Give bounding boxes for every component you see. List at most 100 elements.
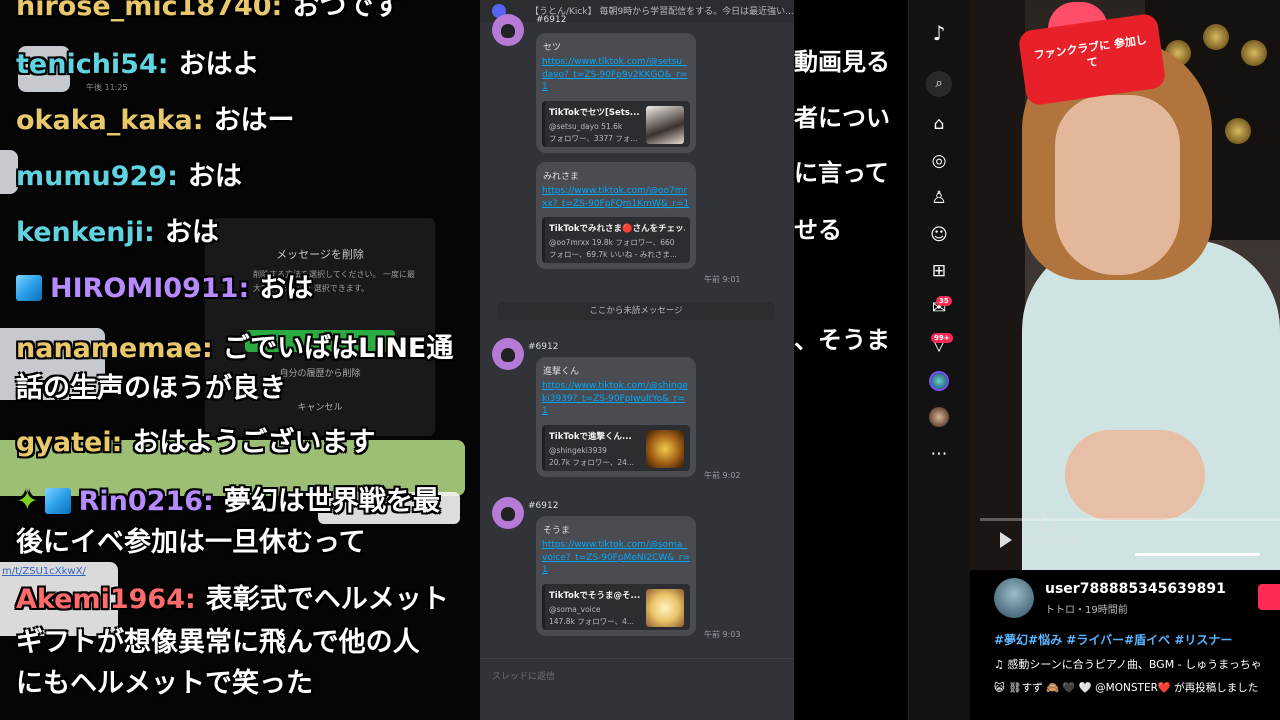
sparkle-icon: ✦ — [16, 486, 39, 517]
thread-title: 【うとん/Kick】 毎朝9時から学習配信をする。今日は最近強い... — [530, 7, 794, 17]
background-window-strip: 動画見る 者につい に言って せる 、そうま — [794, 0, 908, 720]
chat-text: おは — [164, 217, 219, 248]
message-link[interactable]: https://www.tiktok.com/@shingeki3939?_t=… — [542, 380, 690, 418]
message-bubble: そうま https://www.tiktok.com/@soma_voice?_… — [536, 516, 696, 636]
chat-username: tenichi54: — [16, 49, 169, 80]
tiktok-logo-icon[interactable]: ♪ — [928, 22, 950, 44]
repost-note: 😺 ⛓すず 🙈 🖤 🤍 @MONSTER❤️ が再投稿しました — [994, 682, 1259, 694]
avatar[interactable] — [492, 14, 524, 46]
background-text: せる — [794, 216, 842, 244]
chat-message: HIROMI0911: おは — [16, 274, 313, 304]
thread-header: 【うとん/Kick】 毎朝9時から学習配信をする。今日は最近強い... — [480, 0, 794, 22]
avatar[interactable] — [492, 497, 524, 529]
music-credit[interactable]: ♫ 感動シーンに合うピアノ曲、BGM - しゅうまっちゃ — [994, 656, 1262, 672]
chat-message: Akemi1964: 表彰式でヘルメット — [16, 585, 449, 615]
link-embed[interactable]: TikTokでみれさま🔴さんをチェッ... @oo7mrxx 19.8k フォロ… — [542, 217, 690, 263]
explore-icon[interactable]: ◎ — [928, 150, 950, 172]
message-link[interactable]: https://www.tiktok.com/@soma_voice?_t=ZS… — [542, 539, 690, 577]
live-avatar-icon[interactable] — [929, 371, 949, 391]
inbox-badge: 35 — [936, 296, 952, 306]
embed-desc: @shingeki3939 — [549, 445, 607, 455]
author-username[interactable]: user788885345639891 — [1045, 581, 1226, 597]
background-text: 動画見る — [794, 48, 890, 76]
background-text: 、そうま — [794, 326, 890, 354]
embed-desc: @setsu_dayo 51.6k — [549, 121, 623, 131]
following-icon[interactable]: ♙ — [928, 187, 950, 209]
chat-text: おはー — [213, 105, 295, 136]
screen: 午後 11:25 メッセージを削除 削除する方法を選択してください。 一度に最大… — [0, 0, 1280, 720]
chat-username: mumu929: — [16, 161, 178, 192]
message-time: 午前 9:01 — [704, 275, 741, 284]
message-link[interactable]: https://www.tiktok.com/@setsu_dayo?_t=ZS… — [542, 56, 690, 94]
play-icon[interactable] — [1000, 532, 1012, 548]
chat-text: おはようございます — [132, 427, 376, 458]
caption-icon[interactable] — [1040, 514, 1054, 530]
activity-badge: 99+ — [931, 333, 953, 343]
chat-text-continued: にもヘルメットで笑った — [16, 668, 313, 699]
chat-username: HIROMI0911: — [50, 273, 250, 304]
avatar[interactable] — [492, 338, 524, 370]
link-embed[interactable]: TikTokでそうま@そ... @soma_voice 147.8k フォロワー… — [542, 583, 690, 630]
chat-username: Rin0216: — [78, 486, 214, 517]
embed-desc: @soma_voice — [549, 604, 601, 614]
background-text: 者につい — [794, 104, 890, 132]
author-avatar[interactable] — [994, 578, 1034, 618]
link-embed[interactable]: TikTokでセツ[Sets... @setsu_dayo 51.6k フォロワ… — [542, 100, 690, 147]
dialog-title: メッセージを削除 — [276, 248, 364, 261]
cube-icon — [44, 488, 71, 514]
message-link[interactable]: https://www.tiktok.com/@oo7mrxx?_t=ZS-90… — [542, 185, 690, 210]
chat-message: mumu929: おは — [16, 162, 242, 192]
chat-text: ごでいばはLINE通 — [222, 333, 454, 364]
person-hand — [1065, 430, 1205, 520]
hashtags[interactable]: #夢幻#悩み #ライバー#盾イベ #リスナー — [994, 631, 1232, 648]
message-name: 進撃くん — [543, 367, 580, 377]
chat-text-continued: ギフトが想像異常に飛んで他の人 — [16, 627, 420, 658]
trophy-icon — [1203, 24, 1229, 50]
chat-username: gyatei: — [16, 427, 123, 458]
background-text: に言って — [794, 159, 889, 187]
chat-text: 夢幻は世界戦を最 — [223, 486, 440, 517]
embed-desc: フォロー、69.7k いいね - みれさま... — [549, 250, 677, 259]
background-timestamp: 午後 11:25 — [86, 83, 128, 92]
video-info: user788885345639891 トトロ・19時間前 #夢幻#悩み #ライ… — [970, 570, 1280, 720]
video-scrubber[interactable] — [1135, 553, 1260, 556]
chat-message: tenichi54: おはよ — [16, 50, 260, 80]
embed-title[interactable]: TikTokでセツ[Sets... — [549, 106, 649, 118]
chat-message: hirose_mic18740: おつです — [16, 0, 400, 22]
follow-button[interactable] — [1258, 584, 1280, 610]
search-icon[interactable]: ⌕ — [926, 71, 952, 97]
thread-reply-input[interactable]: スレッドに返信 — [480, 658, 794, 692]
embed-title[interactable]: TikTokでみれさま🔴さんをチェッ... — [549, 222, 685, 234]
chat-message: kenkenji: おは — [16, 218, 219, 248]
upload-icon[interactable]: ⊞ — [928, 260, 950, 282]
link-embed[interactable]: TikTokで進撃くん... @shingeki3939 20.7k フォロワー… — [542, 424, 690, 471]
chat-text-continued: 話の生声のほうが良き — [16, 373, 286, 404]
embed-title[interactable]: TikTokで進撃くん... — [549, 430, 649, 442]
chat-text: おは — [187, 161, 242, 192]
friends-icon[interactable]: ☺ — [928, 224, 950, 246]
fanclub-banner-text: ファンクラブに 参加して — [1033, 33, 1148, 70]
message-time: 午前 9:03 — [704, 630, 741, 639]
tiktok-video[interactable]: ファンクラブに 参加して 01:22 / 4:37 — [970, 0, 1280, 570]
more-icon[interactable]: ⋯ — [928, 443, 950, 465]
chat-username: kenkenji: — [16, 217, 155, 248]
message-name: そうま — [543, 526, 571, 536]
embed-desc: @oo7mrxx 19.8k フォロワー、660 — [549, 238, 675, 247]
message-author[interactable]: #6912 — [536, 15, 566, 25]
unread-divider: ここから未読メッセージ — [498, 302, 774, 320]
message-time: 午前 9:02 — [704, 471, 741, 480]
chat-username: Akemi1964: — [16, 584, 196, 615]
profile-icon[interactable] — [929, 407, 949, 427]
video-progress-bar[interactable] — [980, 518, 1280, 521]
message-author[interactable]: #6912 — [528, 342, 558, 352]
message-author[interactable]: #6912 — [528, 501, 558, 511]
chat-text: おは — [259, 273, 314, 304]
embed-title[interactable]: TikTokでそうま@そ... — [549, 589, 649, 601]
home-icon[interactable]: ⌂ — [928, 113, 950, 135]
embed-desc: 20.7k フォロワー、24... — [549, 457, 635, 467]
video-time: 01:22 / 4:37 — [1026, 536, 1081, 546]
message-name: セツ — [543, 43, 562, 53]
reply-placeholder: スレッドに返信 — [492, 672, 556, 682]
message-name: みれさま — [543, 172, 580, 182]
person-face — [1055, 95, 1180, 275]
